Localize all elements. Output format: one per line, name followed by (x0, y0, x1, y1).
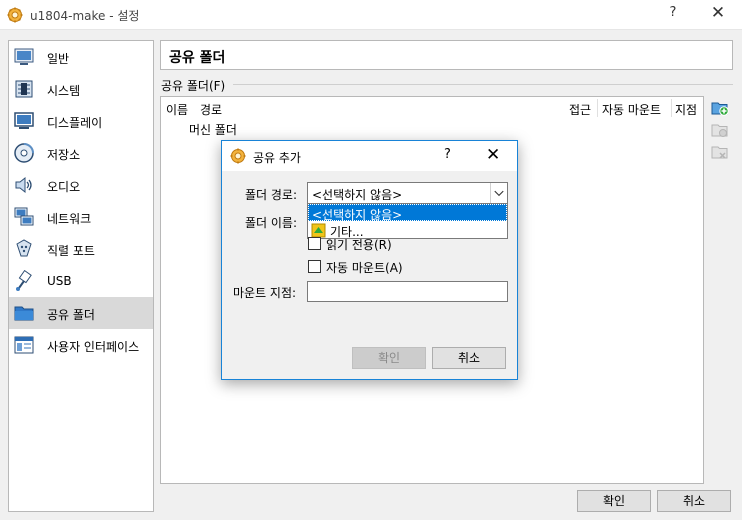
help-button[interactable]: ? (665, 5, 681, 20)
column-header-mount-point[interactable]: 지점 (675, 101, 697, 118)
settings-sidebar: 일반 시스템 디스플레이 저장소 오디오 네트워크 직렬 포트 USB 공유 폴… (8, 40, 154, 512)
sidebar-item-label: 시스템 (47, 84, 81, 98)
system-chip-icon (15, 80, 33, 98)
add-shared-folder-icon[interactable] (711, 99, 729, 117)
display-monitor-icon (14, 112, 34, 129)
sidebar-item-audio[interactable]: 오디오 (9, 169, 153, 201)
column-header-auto-mount[interactable]: 자동 마운트 (602, 101, 661, 118)
storage-disk-icon (14, 143, 34, 163)
sidebar-item-storage[interactable]: 저장소 (9, 137, 153, 169)
remove-shared-folder-icon[interactable] (711, 143, 729, 161)
usb-icon (16, 270, 32, 291)
dialog-cancel-button[interactable]: 취소 (432, 347, 506, 369)
mount-point-input[interactable] (307, 281, 508, 302)
sidebar-item-serial-port[interactable]: 직렬 포트 (9, 233, 153, 265)
auto-mount-checkbox[interactable] (308, 260, 321, 273)
ok-button[interactable]: 확인 (577, 490, 651, 512)
folder-browse-icon (311, 223, 326, 238)
folder-path-combobox[interactable]: <선택하지 않음> (307, 182, 508, 204)
sidebar-item-label: 직렬 포트 (47, 244, 95, 258)
folder-path-value: <선택하지 않음> (312, 188, 403, 202)
section-divider (233, 84, 733, 85)
mount-point-label: 마운트 지점: (233, 286, 297, 300)
auto-mount-label[interactable]: 자동 마운트(A) (326, 259, 403, 276)
virtualbox-gear-icon (7, 7, 23, 23)
column-header-name[interactable]: 이름 (166, 101, 188, 118)
shared-folders-section-label: 공유 폴더(F) (161, 79, 226, 93)
sidebar-item-label: 저장소 (47, 148, 81, 162)
sidebar-item-label: USB (47, 274, 72, 288)
folder-name-label: 폴더 이름: (245, 216, 298, 230)
sidebar-item-shared-folders[interactable]: 공유 폴더 (9, 297, 153, 329)
read-only-checkbox[interactable] (308, 237, 321, 250)
general-icon (14, 48, 34, 65)
folder-icon (14, 306, 34, 321)
dialog-help-button[interactable]: ? (444, 147, 451, 162)
close-button[interactable]: ✕ (708, 3, 728, 23)
edit-shared-folder-icon[interactable] (711, 121, 729, 139)
folder-path-label: 폴더 경로: (245, 188, 298, 202)
folder-path-dropdown: <선택하지 않음> 기타... (307, 203, 508, 239)
option-label: <선택하지 않음> (312, 208, 403, 222)
dialog-title: 공유 추가 (253, 151, 301, 165)
column-separator[interactable] (671, 99, 672, 117)
sidebar-item-system[interactable]: 시스템 (9, 73, 153, 105)
sidebar-item-usb[interactable]: USB (9, 265, 153, 297)
sidebar-item-display[interactable]: 디스플레이 (9, 105, 153, 137)
user-interface-icon (14, 336, 34, 354)
sidebar-item-label: 네트워크 (47, 212, 92, 226)
sidebar-item-label: 디스플레이 (47, 116, 103, 130)
page-title: 공유 폴더 (169, 50, 226, 66)
cancel-button[interactable]: 취소 (657, 490, 731, 512)
sidebar-item-network[interactable]: 네트워크 (9, 201, 153, 233)
audio-speaker-icon (15, 176, 32, 194)
dialog-close-button[interactable]: ✕ (486, 145, 500, 165)
sidebar-item-general[interactable]: 일반 (9, 41, 153, 73)
window-title: u1804-make - 설정 (30, 9, 140, 23)
sidebar-item-label: 공유 폴더 (47, 308, 95, 322)
tree-row-machine-folders[interactable]: 머신 폴더 (189, 121, 237, 138)
add-share-dialog: 공유 추가 ? ✕ 폴더 경로: <선택하지 않음> 폴더 이름: <선택하지 … (221, 140, 518, 380)
column-separator[interactable] (597, 99, 598, 117)
page-header: 공유 폴더 (160, 40, 733, 70)
sidebar-item-user-interface[interactable]: 사용자 인터페이스 (9, 329, 153, 361)
dropdown-option-none[interactable]: <선택하지 않음> (308, 204, 507, 222)
virtualbox-gear-icon (230, 148, 246, 164)
window-titlebar: u1804-make - 설정 ? ✕ (0, 0, 742, 30)
sidebar-item-label: 사용자 인터페이스 (47, 340, 140, 354)
read-only-label[interactable]: 읽기 전용(R) (326, 236, 392, 253)
column-header-access[interactable]: 접근 (569, 101, 591, 118)
sidebar-item-label: 오디오 (47, 180, 81, 194)
chevron-down-icon[interactable] (490, 183, 507, 203)
sidebar-item-label: 일반 (47, 52, 70, 66)
serial-port-icon (16, 239, 32, 257)
network-icon (14, 207, 34, 226)
dialog-titlebar: 공유 추가 ? ✕ (222, 141, 517, 171)
column-header-path[interactable]: 경로 (200, 101, 222, 118)
dialog-ok-button[interactable]: 확인 (352, 347, 426, 369)
